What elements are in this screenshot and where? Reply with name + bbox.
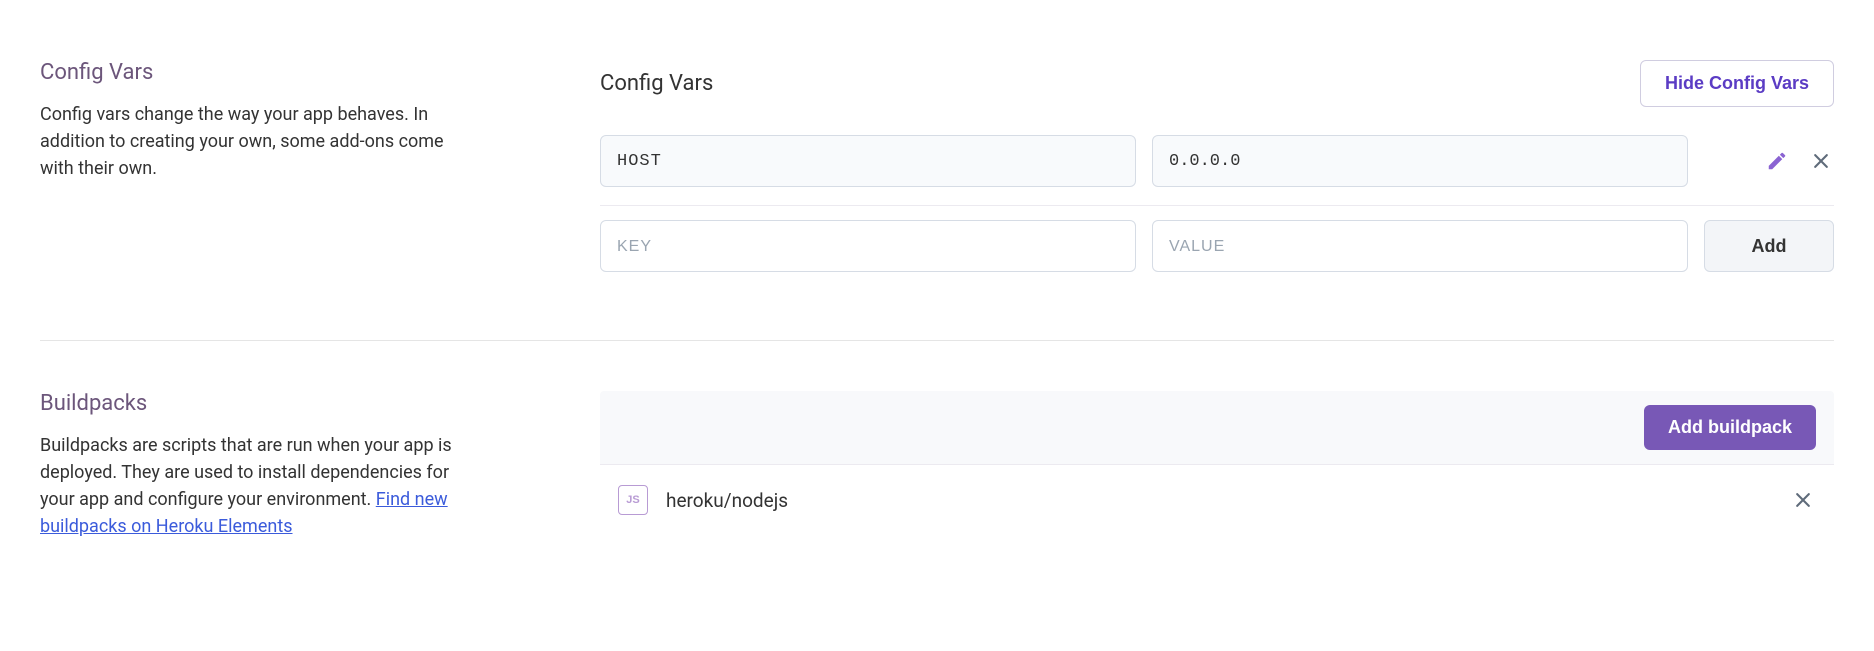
- config-var-key-input[interactable]: [600, 135, 1136, 187]
- buildpacks-right: Add buildpack JS heroku/nodejs: [600, 391, 1834, 540]
- config-var-row-actions: [1704, 148, 1834, 174]
- config-vars-description: Config vars change the way your app beha…: [40, 101, 480, 182]
- hide-config-vars-button[interactable]: Hide Config Vars: [1640, 60, 1834, 107]
- config-vars-left: Config Vars Config vars change the way y…: [40, 60, 480, 290]
- add-buildpack-button[interactable]: Add buildpack: [1644, 405, 1816, 450]
- add-config-var-button[interactable]: Add: [1704, 220, 1834, 272]
- config-vars-divider: [600, 205, 1834, 206]
- config-var-row: [600, 135, 1834, 187]
- new-config-var-value-input[interactable]: [1152, 220, 1688, 272]
- config-var-new-row: Add: [600, 220, 1834, 272]
- config-var-value-input[interactable]: [1152, 135, 1688, 187]
- buildpacks-left: Buildpacks Buildpacks are scripts that a…: [40, 391, 480, 540]
- config-vars-right: Config Vars Hide Config Vars Add: [600, 60, 1834, 290]
- buildpacks-header: Add buildpack: [600, 391, 1834, 465]
- config-vars-title: Config Vars: [40, 60, 480, 85]
- config-vars-section: Config Vars Config vars change the way y…: [40, 40, 1834, 340]
- buildpacks-description: Buildpacks are scripts that are run when…: [40, 432, 480, 540]
- edit-icon[interactable]: [1764, 148, 1790, 174]
- config-vars-header-title: Config Vars: [600, 71, 713, 96]
- nodejs-icon: JS: [618, 485, 648, 515]
- buildpack-row: JS heroku/nodejs: [600, 465, 1834, 535]
- remove-buildpack-icon[interactable]: [1790, 487, 1816, 513]
- new-config-var-key-input[interactable]: [600, 220, 1136, 272]
- buildpacks-title: Buildpacks: [40, 391, 480, 416]
- config-vars-header: Config Vars Hide Config Vars: [600, 60, 1834, 107]
- buildpacks-section: Buildpacks Buildpacks are scripts that a…: [40, 340, 1834, 590]
- buildpack-name: heroku/nodejs: [666, 489, 1772, 512]
- delete-icon[interactable]: [1808, 148, 1834, 174]
